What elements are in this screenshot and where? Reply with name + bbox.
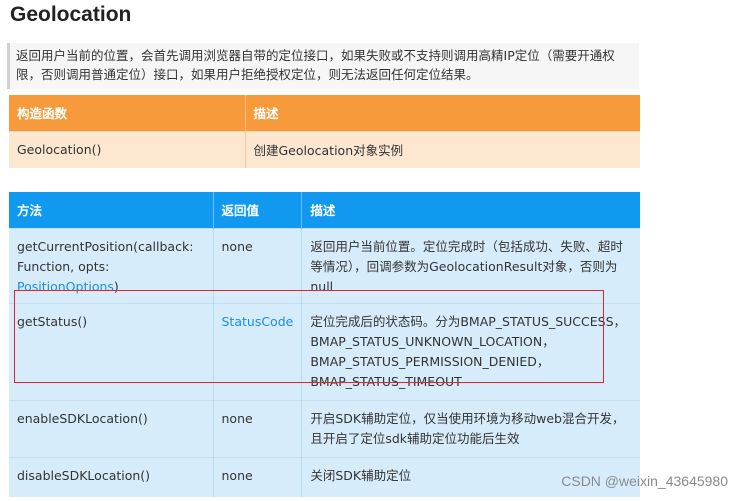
type-link[interactable]: PositionOptions [17,279,114,294]
type-link[interactable]: StatusCode [222,314,294,329]
table-row: getCurrentPosition(callback: Function, o… [9,227,640,303]
return-value: none [221,467,253,483]
table-header-row: 方法 返回值 描述 [9,192,640,228]
return-value: none [221,238,253,254]
method-name: enableSDKLocation() [17,410,148,426]
method-name: getCurrentPosition(callback: Function, o… [17,238,194,274]
page-title: Geolocation [10,3,132,26]
constructor-name: Geolocation() [9,130,246,168]
method-name: disableSDKLocation() [17,467,151,483]
column-header: 构造函数 [9,95,246,131]
table-row: getStatus() StatusCode 定位完成后的状态码。分为BMAP_… [9,302,640,400]
return-value: none [221,410,253,426]
column-header: 描述 [301,192,640,228]
method-cell: enableSDKLocation() [9,399,214,457]
constructor-desc: 创建Geolocation对象实例 [245,130,640,168]
return-cell: none [213,399,303,457]
method-cell: disableSDKLocation() [9,456,214,497]
method-cell: getStatus() [9,302,214,400]
table-row: disableSDKLocation() none 关闭SDK辅助定位 [9,456,640,497]
watermark: CSDN @weixin_43645980 [561,473,728,489]
method-cell: getCurrentPosition(callback: Function, o… [9,227,214,303]
method-table: 方法 返回值 描述 getCurrentPosition(callback: F… [9,192,640,497]
column-header: 描述 [245,95,640,131]
return-cell: none [213,456,303,497]
table-row: enableSDKLocation() none 开启SDK辅助定位，仅当使用环… [9,399,640,457]
desc-cell: 返回用户当前位置。定位完成时（包括成功、失败、超时等情况），回调参数为Geolo… [301,227,640,303]
description-box: 返回用户当前的位置，会首先调用浏览器自带的定位接口，如果失败或不支持则调用高精I… [7,43,639,89]
desc-cell: 开启SDK辅助定位，仅当使用环境为移动web混合开发，且开启了定位sdk辅助定位… [301,399,640,457]
column-header: 返回值 [213,192,303,228]
column-header: 方法 [9,192,214,228]
method-name-end: ) [113,278,119,294]
return-cell: StatusCode [213,302,303,400]
table-row: Geolocation() 创建Geolocation对象实例 [9,130,640,168]
table-header-row: 构造函数 描述 [9,95,640,131]
constructor-table: 构造函数 描述 Geolocation() 创建Geolocation对象实例 [9,95,640,168]
method-name: getStatus() [17,313,88,329]
return-cell: none [213,227,303,303]
description-text: 返回用户当前的位置，会首先调用浏览器自带的定位接口，如果失败或不支持则调用高精I… [16,48,615,82]
desc-cell: 定位完成后的状态码。分为BMAP_STATUS_SUCCESS，BMAP_STA… [301,302,640,400]
